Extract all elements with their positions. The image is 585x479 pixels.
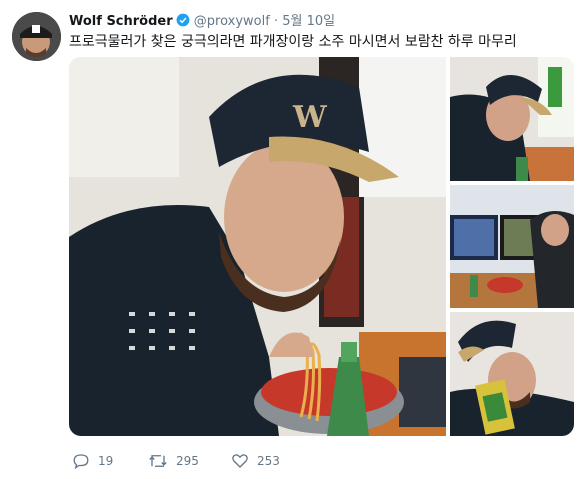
reply-button[interactable]: 19 bbox=[72, 451, 113, 471]
media-grid: W bbox=[69, 57, 574, 436]
like-icon bbox=[232, 454, 248, 468]
retweet-icon bbox=[149, 455, 167, 467]
photo-thumbnail-2[interactable] bbox=[450, 185, 574, 308]
retweet-count: 295 bbox=[176, 454, 199, 468]
like-count: 253 bbox=[257, 454, 280, 468]
reply-icon bbox=[73, 454, 89, 470]
like-button[interactable]: 253 bbox=[231, 451, 280, 471]
tweet-date[interactable]: 5월 10일 bbox=[282, 14, 335, 29]
author-avatar[interactable] bbox=[12, 12, 61, 61]
tweet-header: Wolf Schröder @proxywolf · 5월 10일 bbox=[69, 10, 335, 31]
separator-dot: · bbox=[273, 14, 279, 29]
photo-main[interactable]: W bbox=[69, 57, 446, 436]
photo-thumbnail-1[interactable] bbox=[450, 57, 574, 181]
svg-text:W: W bbox=[292, 100, 328, 135]
retweet-button[interactable]: 295 bbox=[148, 451, 199, 471]
verified-badge-icon bbox=[176, 13, 190, 31]
author-name[interactable]: Wolf Schröder bbox=[69, 14, 173, 29]
author-handle[interactable]: @proxywolf bbox=[194, 14, 270, 29]
tweet-text: 프로극물러가 찾은 궁극의라면 파개장이랑 소주 마시면서 보람찬 하루 마무리 bbox=[69, 34, 517, 50]
photo-thumbnail-3[interactable] bbox=[450, 312, 574, 436]
reply-count: 19 bbox=[98, 454, 114, 468]
